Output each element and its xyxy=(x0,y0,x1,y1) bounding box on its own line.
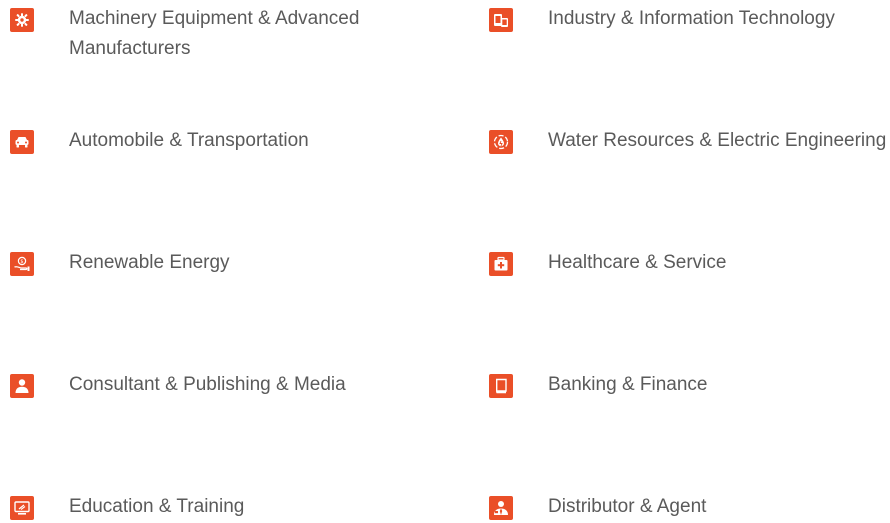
industry-item-distributor[interactable]: Distributor & Agent xyxy=(489,492,890,522)
agent-icon xyxy=(489,496,513,520)
industry-label: Banking & Finance xyxy=(548,374,708,395)
industry-item-renewable[interactable]: $ Renewable Energy xyxy=(10,248,429,278)
car-icon xyxy=(10,130,34,154)
water-drop-icon xyxy=(489,130,513,154)
industry-item-automobile[interactable]: Automobile & Transportation xyxy=(10,126,429,156)
industry-item-education[interactable]: Education & Training xyxy=(10,492,429,522)
industry-item-banking[interactable]: Banking & Finance xyxy=(489,370,890,400)
industry-grid: Machinery Equipment & Advanced Manufactu… xyxy=(0,0,890,523)
industry-label: Industry & Information Technology xyxy=(548,8,835,29)
industry-item-water[interactable]: Water Resources & Electric Engineering xyxy=(489,126,890,156)
industry-label: Consultant & Publishing & Media xyxy=(69,374,346,395)
industry-label: Machinery Equipment & Advanced Manufactu… xyxy=(69,8,360,59)
person-icon xyxy=(10,374,34,398)
devices-icon xyxy=(489,8,513,32)
industry-label: Automobile & Transportation xyxy=(69,130,309,151)
industry-label: Healthcare & Service xyxy=(548,252,727,273)
industry-item-machinery[interactable]: Machinery Equipment & Advanced Manufactu… xyxy=(10,4,429,64)
book-icon xyxy=(489,374,513,398)
industry-label: Distributor & Agent xyxy=(548,496,707,517)
medical-kit-icon xyxy=(489,252,513,276)
industry-item-healthcare[interactable]: Healthcare & Service xyxy=(489,248,890,278)
money-hand-icon: $ xyxy=(10,252,34,276)
gear-icon xyxy=(10,8,34,32)
industry-item-consultant[interactable]: Consultant & Publishing & Media xyxy=(10,370,429,400)
svg-text:$: $ xyxy=(20,259,23,265)
industry-item-it[interactable]: Industry & Information Technology xyxy=(489,4,890,34)
industry-label: Renewable Energy xyxy=(69,252,230,273)
monitor-icon xyxy=(10,496,34,520)
industry-label: Education & Training xyxy=(69,496,245,517)
industry-label: Water Resources & Electric Engineering xyxy=(548,130,887,151)
